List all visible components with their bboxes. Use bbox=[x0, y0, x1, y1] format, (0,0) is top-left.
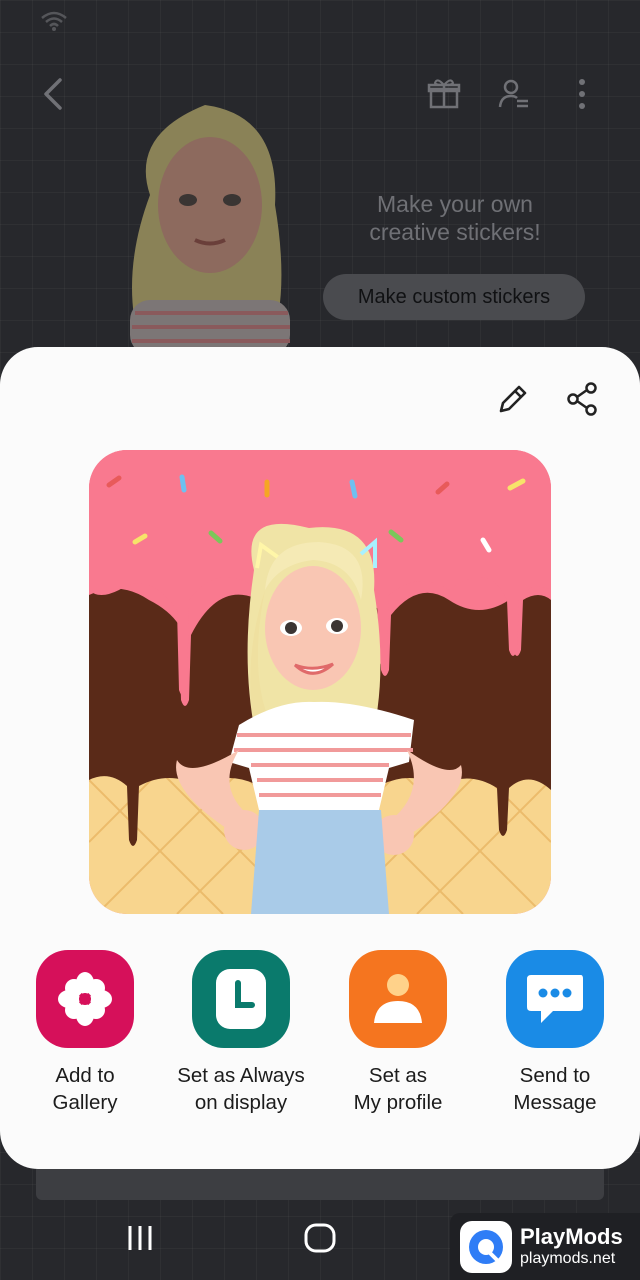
message-icon bbox=[527, 975, 583, 1023]
send-to-message-button[interactable]: Send to Message bbox=[475, 950, 635, 1116]
home-button[interactable] bbox=[298, 1218, 342, 1258]
gallery-flower-icon bbox=[58, 972, 112, 1026]
action-tile[interactable] bbox=[349, 950, 447, 1048]
wifi-icon bbox=[41, 11, 67, 31]
action-label: Add to Gallery bbox=[52, 1064, 118, 1114]
set-always-on-display-button[interactable]: Set as Always on display bbox=[161, 950, 321, 1116]
add-to-gallery-button[interactable]: Add to Gallery bbox=[5, 950, 165, 1116]
make-custom-stickers-button[interactable]: Make custom stickers bbox=[323, 274, 585, 320]
back-icon[interactable] bbox=[32, 72, 76, 116]
gift-icon[interactable] bbox=[422, 72, 466, 116]
watermark-url: playmods.net bbox=[520, 1249, 616, 1267]
recent-apps-icon bbox=[128, 1226, 152, 1250]
sticker-image bbox=[89, 450, 551, 914]
recent-apps-button[interactable] bbox=[118, 1218, 162, 1258]
sticker-detail-sheet: Add to Gallery Set as Always on display … bbox=[0, 347, 640, 1169]
set-as-my-profile-button[interactable]: Set as My profile bbox=[318, 950, 478, 1116]
more-icon[interactable] bbox=[560, 72, 604, 116]
promo-text: Make your own creative stickers! bbox=[369, 191, 541, 245]
playmods-logo-icon bbox=[460, 1220, 512, 1273]
action-tile[interactable] bbox=[192, 950, 290, 1048]
edit-icon[interactable] bbox=[491, 377, 535, 421]
action-tile[interactable] bbox=[36, 950, 134, 1048]
playmods-watermark: PlayMods playmods.net bbox=[450, 1213, 640, 1280]
person-icon bbox=[374, 974, 422, 1023]
action-label: Send to Message bbox=[513, 1064, 597, 1114]
clock-icon bbox=[216, 969, 266, 1029]
home-icon bbox=[304, 1223, 336, 1253]
action-label: Set as Always on display bbox=[177, 1064, 305, 1114]
action-tile[interactable] bbox=[506, 950, 604, 1048]
action-label: Set as My profile bbox=[353, 1064, 443, 1114]
avatar-preview-image bbox=[130, 105, 290, 355]
profile-settings-icon[interactable] bbox=[492, 72, 536, 116]
watermark-name: PlayMods bbox=[520, 1223, 623, 1249]
sticker-actions: Add to Gallery Set as Always on display … bbox=[0, 950, 640, 1130]
share-icon[interactable] bbox=[560, 377, 604, 421]
